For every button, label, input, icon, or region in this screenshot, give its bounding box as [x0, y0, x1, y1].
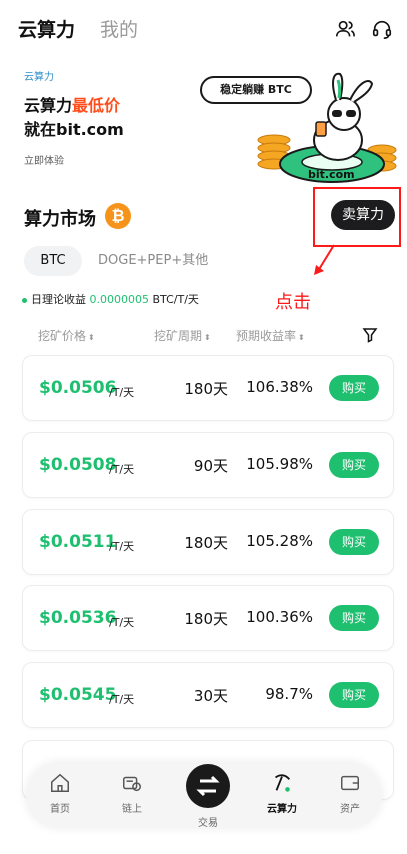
sort-icon: ⬍ — [88, 333, 95, 342]
row-period: 180天 — [184, 610, 228, 628]
user-group-icon[interactable] — [334, 18, 356, 40]
status-dot — [22, 297, 27, 303]
row-price: $0.0536 — [39, 608, 117, 628]
coin-tab-btc[interactable]: BTC — [24, 246, 82, 276]
onchain-icon — [123, 776, 141, 792]
row-unit: /T/天 — [109, 540, 135, 553]
promo-banner[interactable]: 云算力 云算力最低价 就在bit.com 立即体验 bit.com 稳定躺赚 B… — [0, 58, 407, 193]
yield-label: 日理论收益 — [31, 293, 86, 306]
row-period: 180天 — [184, 534, 228, 552]
home-icon — [51, 773, 69, 792]
btc-icon: ₿ — [105, 203, 131, 229]
bottom-nav: 首页 链上 交易 云算力 资产 — [26, 762, 382, 829]
col-header-rate[interactable]: 预期收益率 ⬍ — [236, 327, 305, 344]
row-rate: 105.98% — [246, 455, 313, 473]
nav-cloud-hashrate-label: 云算力 — [267, 804, 297, 815]
row-unit: /T/天 — [109, 386, 135, 399]
yield-unit: BTC/T/天 — [152, 293, 199, 306]
row-unit: /T/天 — [109, 463, 135, 476]
trade-fab[interactable] — [186, 764, 230, 808]
market-title: 算力市场 — [24, 209, 96, 230]
filter-icon[interactable] — [362, 327, 378, 343]
table-row[interactable]: $0.0506 /T/天 180天 106.38% 购买 — [22, 355, 394, 421]
row-period: 90天 — [193, 457, 228, 475]
row-unit: /T/天 — [109, 616, 135, 629]
row-price: $0.0508 — [39, 455, 117, 475]
buy-button[interactable]: 购买 — [329, 375, 379, 401]
buy-button[interactable]: 购买 — [329, 605, 379, 631]
row-period: 180天 — [184, 380, 228, 398]
row-rate: 105.28% — [246, 532, 313, 550]
wallet-icon — [341, 775, 359, 791]
nav-home[interactable]: 首页 — [30, 772, 90, 815]
banner-subheadline: 就在bit.com — [24, 120, 124, 139]
nav-trade-label: 交易 — [198, 818, 218, 829]
row-price: $0.0545 — [39, 685, 117, 705]
banner-headline: 云算力最低价 — [24, 92, 120, 116]
row-rate: 106.38% — [246, 378, 313, 396]
pickaxe-icon — [275, 774, 291, 792]
table-row[interactable]: $0.0511 /T/天 180天 105.28% 购买 — [22, 509, 394, 575]
col-header-price[interactable]: 挖矿价格 ⬍ — [38, 327, 95, 344]
banner-tag: 云算力 — [24, 72, 54, 83]
row-unit: /T/天 — [109, 693, 135, 706]
row-period: 30天 — [193, 687, 228, 705]
row-rate: 98.7% — [265, 685, 313, 703]
buy-button[interactable]: 购买 — [329, 452, 379, 478]
nav-onchain[interactable]: 链上 — [102, 772, 162, 815]
table-row[interactable]: $0.0508 /T/天 90天 105.98% 购买 — [22, 432, 394, 498]
svg-text:bit.com: bit.com — [308, 168, 355, 181]
coin-tab-doge[interactable]: DOGE+PEP+其他 — [98, 246, 208, 276]
col-header-period[interactable]: 挖矿周期 ⬍ — [154, 327, 211, 344]
headset-icon[interactable] — [371, 18, 393, 40]
row-price: $0.0511 — [39, 532, 117, 552]
swap-icon — [196, 775, 220, 797]
yield-value: 0.0000005 — [89, 293, 150, 306]
top-nav: 云算力 我的 — [0, 0, 407, 58]
buy-button[interactable]: 购买 — [329, 682, 379, 708]
banner-speech-bubble: 稳定躺赚 BTC — [200, 76, 312, 104]
banner-cta-link[interactable]: 立即体验 — [24, 152, 64, 167]
nav-home-label: 首页 — [50, 804, 70, 815]
nav-cloud-hashrate[interactable]: 云算力 — [252, 772, 312, 815]
nav-trade[interactable]: 交易 — [178, 764, 238, 829]
nav-assets[interactable]: 资产 — [320, 772, 380, 815]
nav-onchain-label: 链上 — [122, 804, 142, 815]
nav-assets-label: 资产 — [340, 804, 360, 815]
sort-icon: ⬍ — [204, 333, 211, 342]
banner-headline-highlight: 最低价 — [72, 96, 121, 115]
row-price: $0.0506 — [39, 378, 117, 398]
tab-cloud-hashrate[interactable]: 云算力 — [18, 15, 75, 42]
banner-headline-prefix: 云算力 — [24, 96, 73, 115]
row-rate: 100.36% — [246, 608, 313, 626]
buy-button[interactable]: 购买 — [329, 529, 379, 555]
tab-mine[interactable]: 我的 — [100, 15, 138, 42]
annotation-arrow-icon — [314, 244, 335, 275]
annotation-click-label: 点击 — [275, 292, 311, 313]
table-row[interactable]: $0.0545 /T/天 30天 98.7% 购买 — [22, 662, 394, 728]
table-row[interactable]: $0.0536 /T/天 180天 100.36% 购买 — [22, 585, 394, 651]
sell-hashrate-button[interactable]: 卖算力 — [331, 200, 395, 230]
daily-yield: 日理论收益 0.0000005 BTC/T/天 — [22, 291, 199, 307]
sort-icon: ⬍ — [298, 333, 305, 342]
